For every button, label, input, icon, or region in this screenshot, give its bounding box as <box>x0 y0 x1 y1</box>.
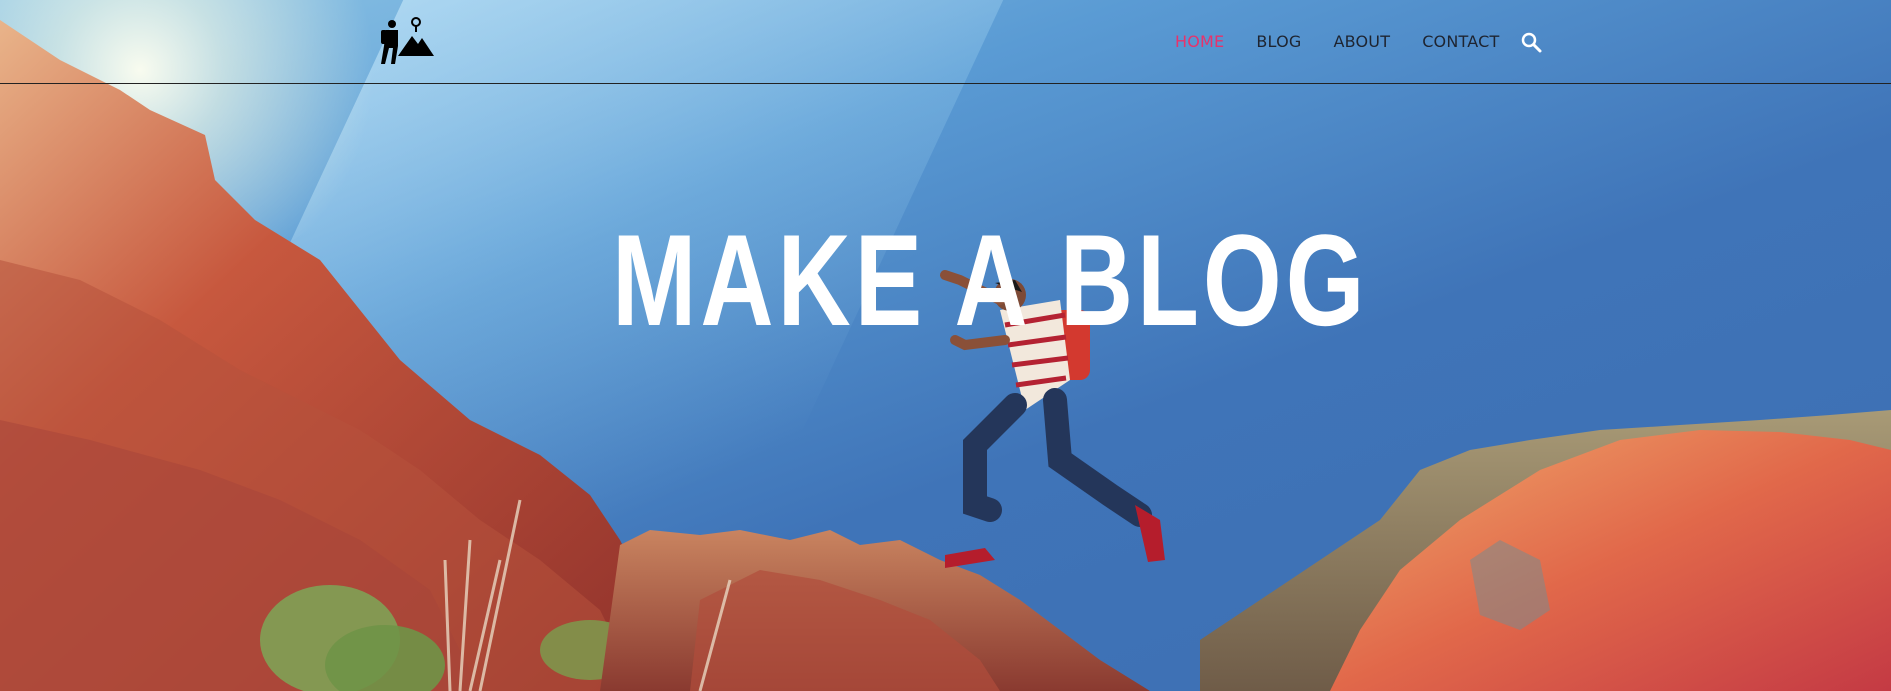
search-icon[interactable] <box>1521 32 1543 54</box>
top-navbar: HOME BLOG ABOUT CONTACT <box>0 0 1891 84</box>
nav-item-home[interactable]: HOME <box>1175 32 1224 51</box>
nav-item-about[interactable]: ABOUT <box>1333 32 1390 51</box>
nav-item-contact[interactable]: CONTACT <box>1422 32 1499 51</box>
main-menu: HOME BLOG ABOUT CONTACT <box>1175 32 1531 51</box>
hero-section: MAKE A BLOG HOME BLOG ABOUT CONTACT <box>0 0 1891 691</box>
hiker-mountain-logo-icon[interactable] <box>378 16 434 70</box>
hero-headline: MAKE A BLOG <box>612 207 1369 353</box>
nav-item-blog[interactable]: BLOG <box>1256 32 1301 51</box>
